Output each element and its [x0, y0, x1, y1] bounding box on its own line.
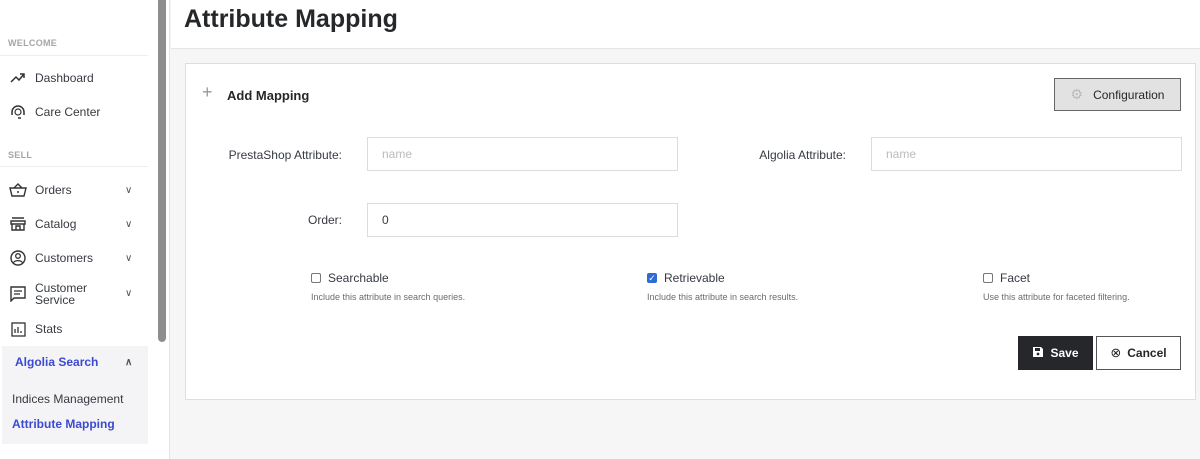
- plus-icon: +: [202, 82, 213, 102]
- sidebar-item-customers[interactable]: Customers ∨: [9, 249, 149, 267]
- sidebar-subitem-indices-management[interactable]: Indices Management: [12, 392, 123, 406]
- bar-chart-icon: [9, 320, 27, 338]
- checkbox-box[interactable]: [311, 273, 321, 283]
- order-input[interactable]: [367, 203, 678, 237]
- divider: [0, 166, 148, 167]
- divider: [0, 55, 148, 56]
- facet-help: Use this attribute for faceted filtering…: [983, 292, 1130, 302]
- section-welcome: WELCOME: [8, 38, 58, 48]
- chevron-down-icon[interactable]: ∨: [125, 185, 132, 196]
- sidebar-item-dashboard[interactable]: Dashboard: [9, 69, 149, 87]
- chevron-down-icon[interactable]: ∨: [125, 253, 132, 264]
- facet-checkbox[interactable]: Facet: [983, 271, 1030, 285]
- chevron-down-icon[interactable]: ∨: [125, 288, 132, 300]
- page-title: Attribute Mapping: [184, 5, 398, 33]
- checkbox-label: Searchable: [328, 271, 389, 285]
- checkbox-label: Facet: [1000, 271, 1031, 285]
- sidebar-item-customer-service[interactable]: Customer Service ∨: [9, 282, 149, 306]
- gear-icon: ⚙: [1070, 86, 1084, 102]
- account-circle-icon: [9, 249, 27, 267]
- order-label: Order:: [307, 213, 342, 227]
- sidebar-item-label: Care Center: [35, 105, 101, 119]
- sidebar-item-label: Stats: [35, 322, 63, 336]
- store-icon: [9, 215, 27, 233]
- headset-icon: [9, 103, 27, 121]
- checkbox-box[interactable]: [983, 273, 993, 283]
- sidebar-item-care-center[interactable]: Care Center: [9, 103, 149, 121]
- sidebar-item-catalog[interactable]: Catalog ∨: [9, 215, 149, 233]
- card-title: Add Mapping: [227, 88, 310, 103]
- configuration-label: Configuration: [1093, 87, 1165, 102]
- save-label: Save: [1050, 346, 1079, 360]
- sidebar: WELCOME Dashboard Care Center SELL Order…: [0, 0, 170, 459]
- checkbox-checked-icon[interactable]: ✓: [647, 273, 657, 283]
- sidebar-item-stats[interactable]: Stats: [9, 320, 149, 338]
- sidebar-item-label: Dashboard: [35, 71, 94, 85]
- configuration-button[interactable]: ⚙ Configuration: [1054, 78, 1181, 111]
- algolia-attribute-input[interactable]: [871, 137, 1182, 171]
- prestashop-attribute-label: PrestaShop Attribute:: [228, 148, 342, 162]
- sidebar-item-label: Orders: [35, 183, 72, 197]
- sidebar-scrollbar[interactable]: [158, 0, 166, 342]
- section-sell: SELL: [8, 150, 33, 160]
- searchable-checkbox[interactable]: Searchable: [311, 271, 389, 285]
- sidebar-subitem-attribute-mapping[interactable]: Attribute Mapping: [12, 417, 115, 431]
- algolia-attribute-label: Algolia Attribute:: [759, 148, 846, 162]
- prestashop-attribute-input[interactable]: [367, 137, 678, 171]
- retrievable-help: Include this attribute in search results…: [647, 292, 799, 302]
- checkbox-label: Retrievable: [664, 271, 725, 285]
- sidebar-item-label: Customers: [35, 251, 94, 265]
- cancel-label: Cancel: [1127, 346, 1167, 360]
- page-header: Attribute Mapping: [171, 0, 1200, 49]
- add-mapping-card: + Add Mapping ⚙ Configuration PrestaShop …: [185, 63, 1196, 400]
- retrievable-checkbox[interactable]: ✓ Retrievable: [647, 271, 725, 285]
- sidebar-item-label: Algolia Search: [15, 355, 99, 369]
- chat-icon: [9, 285, 27, 303]
- searchable-help: Include this attribute in search queries…: [311, 292, 466, 302]
- sidebar-item-label: Customer Service: [35, 281, 88, 307]
- sidebar-item-label: Catalog: [35, 217, 77, 231]
- sidebar-item-algolia-search[interactable]: Algolia Search ∧: [15, 355, 155, 369]
- basket-icon: [9, 181, 27, 199]
- chevron-down-icon[interactable]: ∨: [125, 219, 132, 230]
- trending-up-icon: [9, 69, 27, 87]
- chevron-up-icon[interactable]: ∧: [125, 357, 132, 368]
- save-icon: [1032, 346, 1044, 361]
- cancel-button[interactable]: ⊗ Cancel: [1096, 336, 1181, 370]
- close-circle-icon: ⊗: [1110, 345, 1122, 360]
- save-button[interactable]: Save: [1018, 336, 1093, 370]
- sidebar-item-orders[interactable]: Orders ∨: [9, 181, 149, 199]
